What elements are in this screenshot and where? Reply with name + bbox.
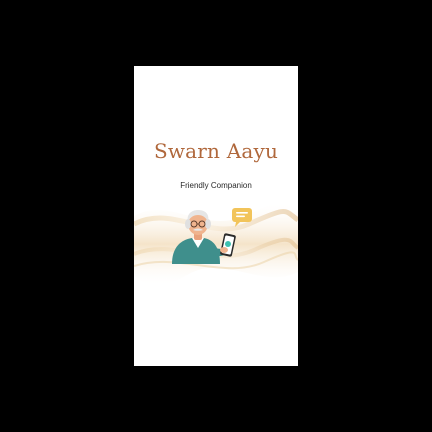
chat-bubble-icon xyxy=(232,208,252,227)
app-subtitle: Friendly Companion xyxy=(180,181,252,190)
app-screen: Swarn Aayu Friendly Companion xyxy=(134,66,298,366)
app-title: Swarn Aayu xyxy=(153,139,279,163)
app-subtitle-container: Friendly Companion xyxy=(134,175,298,190)
splash-screen-stage: Swarn Aayu Friendly Companion xyxy=(0,0,432,432)
elderly-man-with-phone-illustration xyxy=(172,208,252,264)
app-title-container: Swarn Aayu xyxy=(134,138,298,164)
